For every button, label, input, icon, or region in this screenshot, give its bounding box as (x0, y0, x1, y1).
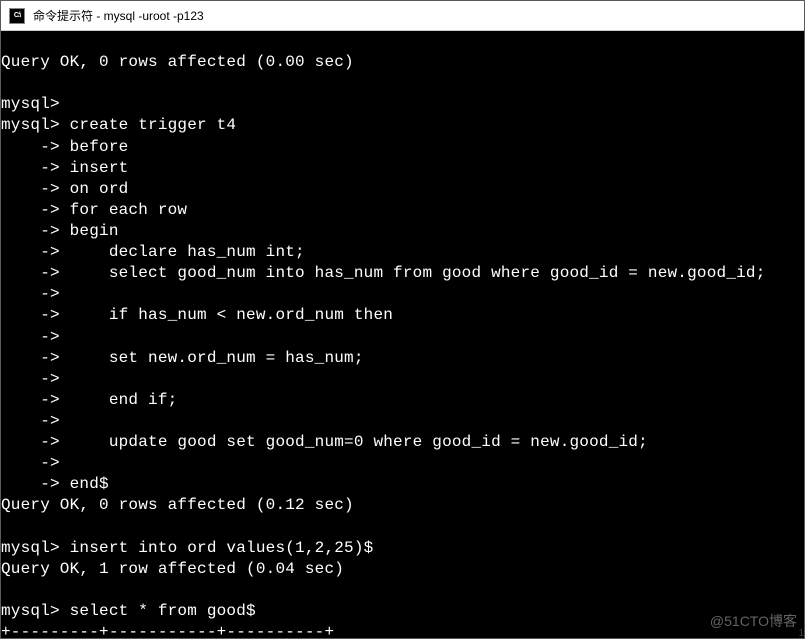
terminal-line: -> (1, 454, 60, 472)
cmd-icon (9, 8, 25, 24)
terminal-line: -> if has_num < new.ord_num then (1, 306, 393, 324)
terminal-line: -> before (1, 138, 128, 156)
terminal-line: -> end$ (1, 475, 109, 493)
terminal-line: -> select good_num into has_num from goo… (1, 264, 766, 282)
terminal-line: mysql> (1, 95, 60, 113)
terminal-line: +---------+-----------+----------+ (1, 623, 334, 638)
terminal-line: -> begin (1, 222, 119, 240)
terminal-line: -> set new.ord_num = has_num; (1, 349, 364, 367)
terminal-output[interactable]: Query OK, 0 rows affected (0.00 sec) mys… (1, 31, 804, 638)
terminal-line: Query OK, 0 rows affected (0.12 sec) (1, 496, 354, 514)
terminal-line: -> for each row (1, 201, 187, 219)
terminal-line: -> insert (1, 159, 128, 177)
terminal-line: -> end if; (1, 391, 177, 409)
terminal-line: -> on ord (1, 180, 128, 198)
page-number: 1 (798, 628, 804, 639)
command-prompt-window: 命令提示符 - mysql -uroot -p123 Query OK, 0 r… (0, 0, 805, 639)
terminal-line: -> declare has_num int; (1, 243, 305, 261)
terminal-line: mysql> create trigger t4 (1, 116, 236, 134)
terminal-line: mysql> insert into ord values(1,2,25)$ (1, 539, 373, 557)
window-title: 命令提示符 - mysql -uroot -p123 (33, 7, 204, 24)
terminal-line: -> update good set good_num=0 where good… (1, 433, 648, 451)
terminal-line: Query OK, 0 rows affected (0.00 sec) (1, 53, 354, 71)
terminal-line: -> (1, 412, 60, 430)
terminal-line: -> (1, 285, 60, 303)
terminal-line: -> (1, 328, 60, 346)
titlebar[interactable]: 命令提示符 - mysql -uroot -p123 (1, 1, 804, 31)
terminal-line: -> (1, 370, 60, 388)
terminal-line: Query OK, 1 row affected (0.04 sec) (1, 560, 344, 578)
terminal-line: mysql> select * from good$ (1, 602, 256, 620)
